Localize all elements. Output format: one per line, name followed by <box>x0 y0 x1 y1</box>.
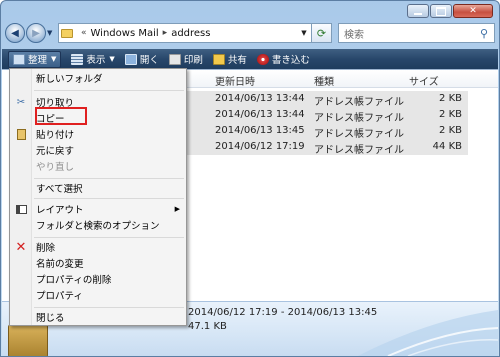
menu-item-paste[interactable]: 貼り付け <box>36 127 74 141</box>
views-button[interactable]: 表示 ▼ <box>71 52 115 66</box>
details-date-range: 2014/06/12 17:19 - 2014/06/13 13:45 <box>188 307 378 318</box>
refresh-icon: ⟳ <box>316 26 327 40</box>
table-row[interactable]: 2014/06/12 17:19 アドレス帳ファイル 44 KB <box>187 139 468 156</box>
menu-item-new-folder[interactable]: 新しいフォルダ <box>36 71 103 85</box>
file-type: アドレス帳ファイル <box>314 97 404 108</box>
menu-separator <box>34 90 184 91</box>
menu-item-close[interactable]: 閉じる <box>36 310 65 324</box>
views-icon <box>71 53 84 65</box>
contacts-thumbnail-icon <box>8 324 48 356</box>
file-type: アドレス帳ファイル <box>314 129 404 140</box>
minimize-button[interactable] <box>407 4 429 18</box>
decorative-swoosh <box>358 310 498 356</box>
column-modified[interactable]: 更新日時 <box>215 73 255 88</box>
column-size[interactable]: サイズ <box>409 73 439 88</box>
submenu-arrow-icon: ▶ <box>174 205 180 213</box>
folder-icon <box>61 28 73 38</box>
address-bar[interactable]: « Windows Mail ▸ address ▼ <box>58 23 312 43</box>
file-size: 44 KB <box>432 141 462 152</box>
table-row[interactable]: 2014/06/13 13:44 アドレス帳ファイル 2 KB <box>187 107 468 124</box>
maximize-icon <box>431 5 451 17</box>
views-label: 表示 <box>86 55 106 66</box>
file-size: 2 KB <box>439 109 462 120</box>
magnifier-icon[interactable]: ⚲ <box>474 27 494 40</box>
organize-icon <box>13 53 25 65</box>
search-input[interactable]: 検索 ⚲ <box>338 23 495 43</box>
back-button[interactable]: ◀ <box>5 23 25 43</box>
organize-button[interactable]: 整理 ▼ <box>8 50 62 68</box>
recent-pages-dropdown[interactable]: ▼ <box>47 29 55 37</box>
copy-highlight-box <box>35 107 87 125</box>
forward-button[interactable]: ▶ <box>26 23 46 43</box>
close-window-button[interactable]: ✕ <box>453 4 493 18</box>
chevron-down-icon: ▼ <box>51 55 57 63</box>
address-dropdown[interactable]: ▼ <box>297 29 311 37</box>
maximize-button[interactable] <box>430 4 452 18</box>
column-headers: 更新日時 種類 サイズ <box>187 70 498 88</box>
menu-separator <box>34 237 184 238</box>
details-text: 2014/06/12 17:19 - 2014/06/13 13:45 47.1… <box>188 306 377 334</box>
clipboard-icon <box>14 127 28 141</box>
menu-separator <box>34 178 184 179</box>
minimize-icon <box>408 5 428 17</box>
organize-label: 整理 <box>28 55 48 66</box>
navigation-bar: ◀ ▶ ▼ « Windows Mail ▸ address ▼ ⟳ 検索 ⚲ <box>5 21 495 45</box>
column-type[interactable]: 種類 <box>314 73 334 88</box>
layout-icon <box>14 202 28 216</box>
menu-item-delete[interactable]: 削除 <box>36 240 55 254</box>
breadcrumb-arrow[interactable]: ▸ <box>163 28 168 38</box>
breadcrumb-address[interactable]: address <box>171 28 210 39</box>
menu-item-select-all[interactable]: すべて選択 <box>36 181 82 195</box>
print-label: 印刷 <box>183 55 203 66</box>
share-button[interactable]: 共有 <box>212 52 247 66</box>
arrow-left-icon: ◀ <box>11 27 19 39</box>
file-modified: 2014/06/13 13:44 <box>215 109 305 120</box>
menu-item-layout[interactable]: レイアウト <box>36 202 84 216</box>
table-row[interactable]: 2014/06/13 13:44 アドレス帳ファイル 2 KB <box>187 91 468 108</box>
burn-label: 書き込む <box>271 55 310 66</box>
burn-button[interactable]: 書き込む <box>256 52 310 66</box>
command-bar: 整理 ▼ 表示 ▼ 開く 印刷 共有 書き込む <box>2 49 498 69</box>
burn-disc-icon <box>256 53 269 65</box>
open-button[interactable]: 開く <box>124 52 159 66</box>
refresh-button[interactable]: ⟳ <box>312 23 332 43</box>
menu-item-remove-properties[interactable]: プロパティの削除 <box>36 272 111 286</box>
share-icon <box>212 53 225 65</box>
search-placeholder: 検索 <box>344 29 364 41</box>
chevron-down-icon: ▼ <box>109 55 115 63</box>
details-total-size: 47.1 KB <box>188 321 227 332</box>
caption-buttons: ✕ <box>406 4 493 18</box>
arrow-right-icon: ▶ <box>32 27 40 39</box>
printer-icon <box>168 53 181 65</box>
open-label: 開く <box>139 55 159 66</box>
file-type: アドレス帳ファイル <box>314 113 404 124</box>
close-icon: ✕ <box>469 6 477 16</box>
breadcrumb-overflow[interactable]: « <box>81 28 87 38</box>
menu-separator <box>34 198 184 199</box>
print-button[interactable]: 印刷 <box>168 52 203 66</box>
menu-separator <box>34 307 184 308</box>
menu-item-undo[interactable]: 元に戻す <box>36 143 74 157</box>
organize-menu: 新しいフォルダ ✂ 切り取り コピー 貼り付け 元に戻す やり直し すべて選択 … <box>9 68 187 326</box>
menu-item-rename[interactable]: 名前の変更 <box>36 256 84 270</box>
explorer-window: ✕ ◀ ▶ ▼ « Windows Mail ▸ address ▼ ⟳ 検索 … <box>0 0 500 357</box>
file-type: アドレス帳ファイル <box>314 145 404 156</box>
breadcrumb-windows-mail[interactable]: Windows Mail <box>91 28 159 39</box>
share-label: 共有 <box>227 55 247 66</box>
file-modified: 2014/06/12 17:19 <box>215 141 305 152</box>
table-row[interactable]: 2014/06/13 13:45 アドレス帳ファイル 2 KB <box>187 123 468 140</box>
menu-item-properties[interactable]: プロパティ <box>36 288 83 302</box>
red-x-icon: ✕ <box>15 239 27 255</box>
file-size: 2 KB <box>439 125 462 136</box>
file-size: 2 KB <box>439 93 462 104</box>
file-modified: 2014/06/13 13:44 <box>215 93 305 104</box>
menu-item-redo: やり直し <box>36 162 75 173</box>
open-icon <box>124 53 137 65</box>
menu-item-folder-options[interactable]: フォルダと検索のオプション <box>36 218 160 232</box>
file-modified: 2014/06/13 13:45 <box>215 125 305 136</box>
scissors-icon: ✂ <box>16 96 26 108</box>
